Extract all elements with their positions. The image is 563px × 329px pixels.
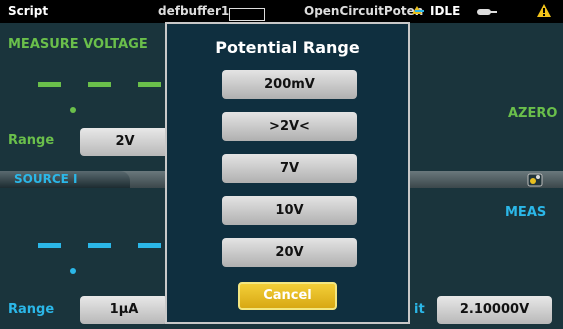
warning-icon[interactable]: [536, 3, 552, 18]
source-range-button[interactable]: 1μA: [80, 296, 168, 324]
source-reading-digit: [88, 243, 111, 248]
measure-range-button[interactable]: 2V: [80, 128, 170, 156]
range-option-2v[interactable]: >2V<: [222, 112, 357, 141]
measure-reading-digit: [138, 82, 161, 87]
range-option-7v[interactable]: 7V: [222, 154, 357, 183]
range-option-200mv[interactable]: 200mV: [222, 70, 357, 99]
cancel-button[interactable]: Cancel: [238, 282, 337, 310]
source-reading-digit: [38, 243, 61, 248]
source-tab[interactable]: SOURCE I: [0, 171, 130, 188]
buffer-fill-indicator: [229, 8, 265, 21]
status-bar: Script defbuffer1 OpenCircuitPoten IDLE: [0, 0, 563, 23]
potential-range-dialog: Potential Range 200mV >2V< 7V 10V 20V Ca…: [165, 22, 410, 324]
source-decimal-point: [70, 268, 76, 274]
link-icon[interactable]: [476, 7, 498, 17]
script-name[interactable]: OpenCircuitPoten: [304, 4, 423, 18]
status-title[interactable]: Script: [8, 4, 48, 18]
range-option-10v[interactable]: 10V: [222, 196, 357, 225]
measure-decimal-point: [70, 107, 76, 113]
settings-icon[interactable]: [527, 172, 543, 187]
trigger-state[interactable]: IDLE: [430, 4, 460, 18]
user-swipe-icon[interactable]: [410, 3, 426, 18]
range-option-20v[interactable]: 20V: [222, 238, 357, 267]
source-limit-button[interactable]: 2.10000V: [437, 296, 552, 324]
meas-label[interactable]: MEAS: [505, 205, 546, 220]
source-range-label: Range: [8, 302, 55, 317]
dialog-title: Potential Range: [215, 38, 360, 57]
measure-reading-digit: [38, 82, 61, 87]
azero-label[interactable]: AZERO: [508, 106, 557, 121]
measure-range-label: Range: [8, 133, 55, 148]
source-reading-digit: [138, 243, 161, 248]
measure-function-label[interactable]: MEASURE VOLTAGE: [8, 37, 148, 52]
source-limit-label: it: [414, 302, 425, 317]
instrument-screen: Script defbuffer1 OpenCircuitPoten IDLE …: [0, 0, 563, 329]
buffer-name[interactable]: defbuffer1: [158, 4, 229, 18]
measure-reading-digit: [88, 82, 111, 87]
